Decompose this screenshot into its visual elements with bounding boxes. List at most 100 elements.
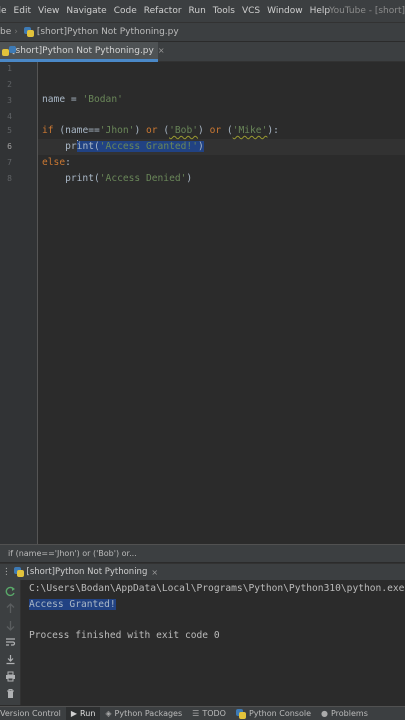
line-number-gutter: 1 2 3 4 5 6 7 8 (0, 62, 38, 544)
line-number: 8 (7, 174, 12, 183)
tool-label: Version Control (0, 709, 61, 718)
menu-bar: ile Edit View Navigate Code Refactor Run… (0, 0, 405, 22)
code-token: ): (267, 125, 279, 136)
line-number: 7 (7, 158, 12, 167)
tool-run[interactable]: ▶ Run (65, 707, 101, 720)
code-token: (name== (53, 125, 100, 136)
code-line-3: name = 'Bodan' (42, 92, 123, 108)
code-string: 'Access Granted!' (99, 141, 198, 152)
code-token: pr (65, 141, 77, 152)
nav-project[interactable]: be (0, 27, 11, 37)
code-line-5: if (name=='Jhon') or ('Bob') or ('Mike')… (42, 123, 279, 139)
tool-label: Python Packages (114, 709, 183, 718)
arrow-up-icon[interactable] (5, 603, 16, 614)
python-file-icon (23, 27, 34, 37)
code-string-warning: 'Mike' (232, 125, 268, 136)
code-selection: int('Access Granted!') (76, 141, 204, 152)
problems-icon: ● (321, 709, 328, 718)
line-number: 1 (7, 64, 12, 73)
navigation-bar: be › [short]Python Not Pythoning.py (0, 22, 405, 42)
code-keyword: else (42, 157, 66, 168)
menu-view[interactable]: View (38, 6, 59, 16)
list-icon: ☰ (192, 709, 200, 718)
nav-file[interactable]: [short]Python Not Pythoning.py (37, 27, 179, 37)
menu-navigate[interactable]: Navigate (66, 6, 106, 16)
tool-label: TODO (202, 709, 226, 718)
editor-tab-label: [short]Python Not Pythoning.py (12, 45, 154, 56)
code-token: int( (76, 141, 100, 152)
tool-version-control[interactable]: Version Control (0, 707, 66, 720)
editor-tab-bar: [short]Python Not Pythoning.py × (0, 42, 405, 62)
run-toolbar (0, 580, 21, 705)
code-string-warning: 'Bob' (169, 125, 199, 136)
menu-vcs[interactable]: VCS (242, 6, 260, 16)
menu-refactor[interactable]: Refactor (144, 6, 182, 16)
editor-tab[interactable]: [short]Python Not Pythoning.py × (0, 42, 165, 62)
console-output-selected: Access Granted! (29, 599, 116, 610)
tool-label: Python Console (248, 709, 311, 718)
chevron-right-icon: › (14, 27, 18, 37)
code-token: ) (186, 173, 193, 184)
menu-edit[interactable]: Edit (14, 6, 31, 16)
console-command-line: C:\Users\Bodan\AppData\Local\Programs\Py… (29, 583, 405, 594)
code-token: : (65, 157, 71, 168)
tool-label: Run (80, 709, 96, 718)
code-line-7: else: (42, 155, 71, 171)
console-finish-line: Process finished with exit code 0 (29, 630, 220, 641)
python-run-config-icon (13, 567, 24, 577)
code-token: ( (221, 125, 233, 136)
code-keyword: or (209, 125, 222, 136)
tool-problems[interactable]: ● Problems (316, 707, 373, 720)
tool-python-console[interactable]: Python Console (231, 707, 316, 720)
run-console[interactable]: C:\Users\Bodan\AppData\Local\Programs\Py… (22, 580, 405, 705)
tool-window-bar: Version Control ▶ Run ◈ Python Packages ☰ T… (0, 706, 405, 720)
close-icon[interactable]: × (158, 46, 165, 55)
code-token: ) (134, 125, 146, 136)
scroll-to-end-icon[interactable] (5, 654, 16, 665)
trash-icon[interactable] (5, 688, 16, 699)
run-panel-header: ⋮ [short]Python Not Pythoning × (0, 563, 405, 580)
rerun-icon[interactable] (5, 586, 16, 597)
code-string: 'Jhon' (99, 125, 135, 136)
print-icon[interactable] (5, 671, 16, 682)
line-number: 2 (7, 80, 12, 89)
layers-icon: ◈ (105, 709, 112, 718)
run-label-icon: ⋮ (2, 567, 11, 577)
menu-file[interactable]: ile (0, 6, 7, 16)
code-token: ) (198, 125, 210, 136)
window-title: YouTube - [short] (329, 6, 405, 16)
code-breadcrumb[interactable]: if (name=='Jhon') or ('Bob') or... (0, 544, 405, 562)
soft-wrap-icon[interactable] (5, 637, 16, 648)
menu-window[interactable]: Window (267, 6, 303, 16)
line-number-current: 6 (7, 142, 12, 151)
code-keyword: or (146, 125, 158, 136)
arrow-down-icon[interactable] (5, 620, 16, 631)
menu-code[interactable]: Code (114, 6, 137, 16)
code-token: ( (157, 125, 170, 136)
code-string: 'Bodan' (82, 94, 123, 105)
code-editor[interactable]: 1 2 3 4 5 6 7 8 name = 'Bodan' if (name=… (0, 62, 405, 544)
run-tab-label[interactable]: [short]Python Not Pythoning (27, 567, 148, 577)
code-string: 'Access Denied' (99, 173, 187, 184)
play-icon: ▶ (70, 709, 78, 718)
menu-help[interactable]: Help (310, 6, 331, 16)
console-output-line: Access Granted! (29, 597, 116, 613)
breadcrumb-text: if (name=='Jhon') or ('Bob') or... (8, 549, 137, 558)
code-token: name = (42, 94, 83, 105)
code-line-6: print('Access Granted!') (42, 139, 204, 155)
tool-label: Problems (330, 709, 368, 718)
menu-tools[interactable]: Tools (213, 6, 235, 16)
code-token: print( (65, 173, 100, 184)
code-line-8: print('Access Denied') (42, 171, 192, 187)
line-number: 5 (7, 126, 12, 135)
tool-python-packages[interactable]: ◈ Python Packages (100, 707, 187, 720)
code-token: ) (197, 141, 204, 152)
close-icon[interactable]: × (151, 568, 158, 577)
line-number: 3 (7, 96, 12, 105)
code-keyword: if (42, 125, 54, 136)
menu-run[interactable]: Run (189, 6, 206, 16)
tool-todo[interactable]: ☰ TODO (187, 707, 231, 720)
python-console-icon (235, 708, 246, 719)
